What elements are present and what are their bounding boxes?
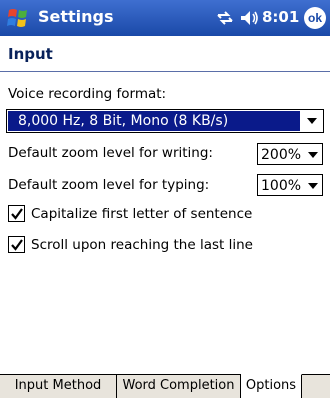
checkmark-icon bbox=[11, 208, 23, 220]
capitalize-checkbox[interactable] bbox=[8, 205, 25, 222]
tab-input-method[interactable]: Input Method bbox=[0, 375, 117, 398]
dropdown-arrow-icon bbox=[308, 152, 318, 158]
scroll-label[interactable]: Scroll upon reaching the last line bbox=[31, 237, 253, 253]
heading-divider bbox=[0, 71, 330, 72]
tab-bar: Input Method Word Completion Options bbox=[0, 374, 330, 398]
scroll-checkbox[interactable] bbox=[8, 236, 25, 253]
zoom-typing-select[interactable]: 100% bbox=[257, 174, 323, 196]
app-title: Settings bbox=[38, 7, 114, 26]
voice-format-select[interactable]: 8,000 Hz, 8 Bit, Mono (8 KB/s) bbox=[6, 109, 324, 133]
zoom-typing-value: 100% bbox=[261, 178, 302, 194]
dropdown-arrow-icon bbox=[308, 183, 318, 189]
zoom-typing-label: Default zoom level for typing: bbox=[8, 177, 210, 193]
connectivity-icon[interactable] bbox=[216, 10, 234, 26]
volume-icon[interactable] bbox=[240, 9, 260, 27]
checkmark-icon bbox=[11, 239, 23, 251]
zoom-writing-label: Default zoom level for writing: bbox=[8, 145, 213, 161]
tab-options[interactable]: Options bbox=[241, 374, 302, 398]
capitalize-label[interactable]: Capitalize first letter of sentence bbox=[31, 206, 252, 222]
zoom-writing-value: 200% bbox=[261, 147, 302, 163]
ok-button[interactable]: ok bbox=[304, 7, 326, 29]
clock[interactable]: 8:01 bbox=[262, 8, 299, 26]
zoom-writing-select[interactable]: 200% bbox=[257, 143, 323, 165]
voice-format-label: Voice recording format: bbox=[8, 86, 167, 102]
page-title: Input bbox=[8, 45, 53, 63]
windows-start-icon[interactable] bbox=[6, 6, 32, 30]
voice-format-value: 8,000 Hz, 8 Bit, Mono (8 KB/s) bbox=[8, 111, 300, 131]
dropdown-arrow-icon bbox=[307, 118, 317, 124]
title-bar: Settings 8:01 ok bbox=[0, 0, 330, 36]
tab-word-completion[interactable]: Word Completion bbox=[117, 375, 241, 398]
